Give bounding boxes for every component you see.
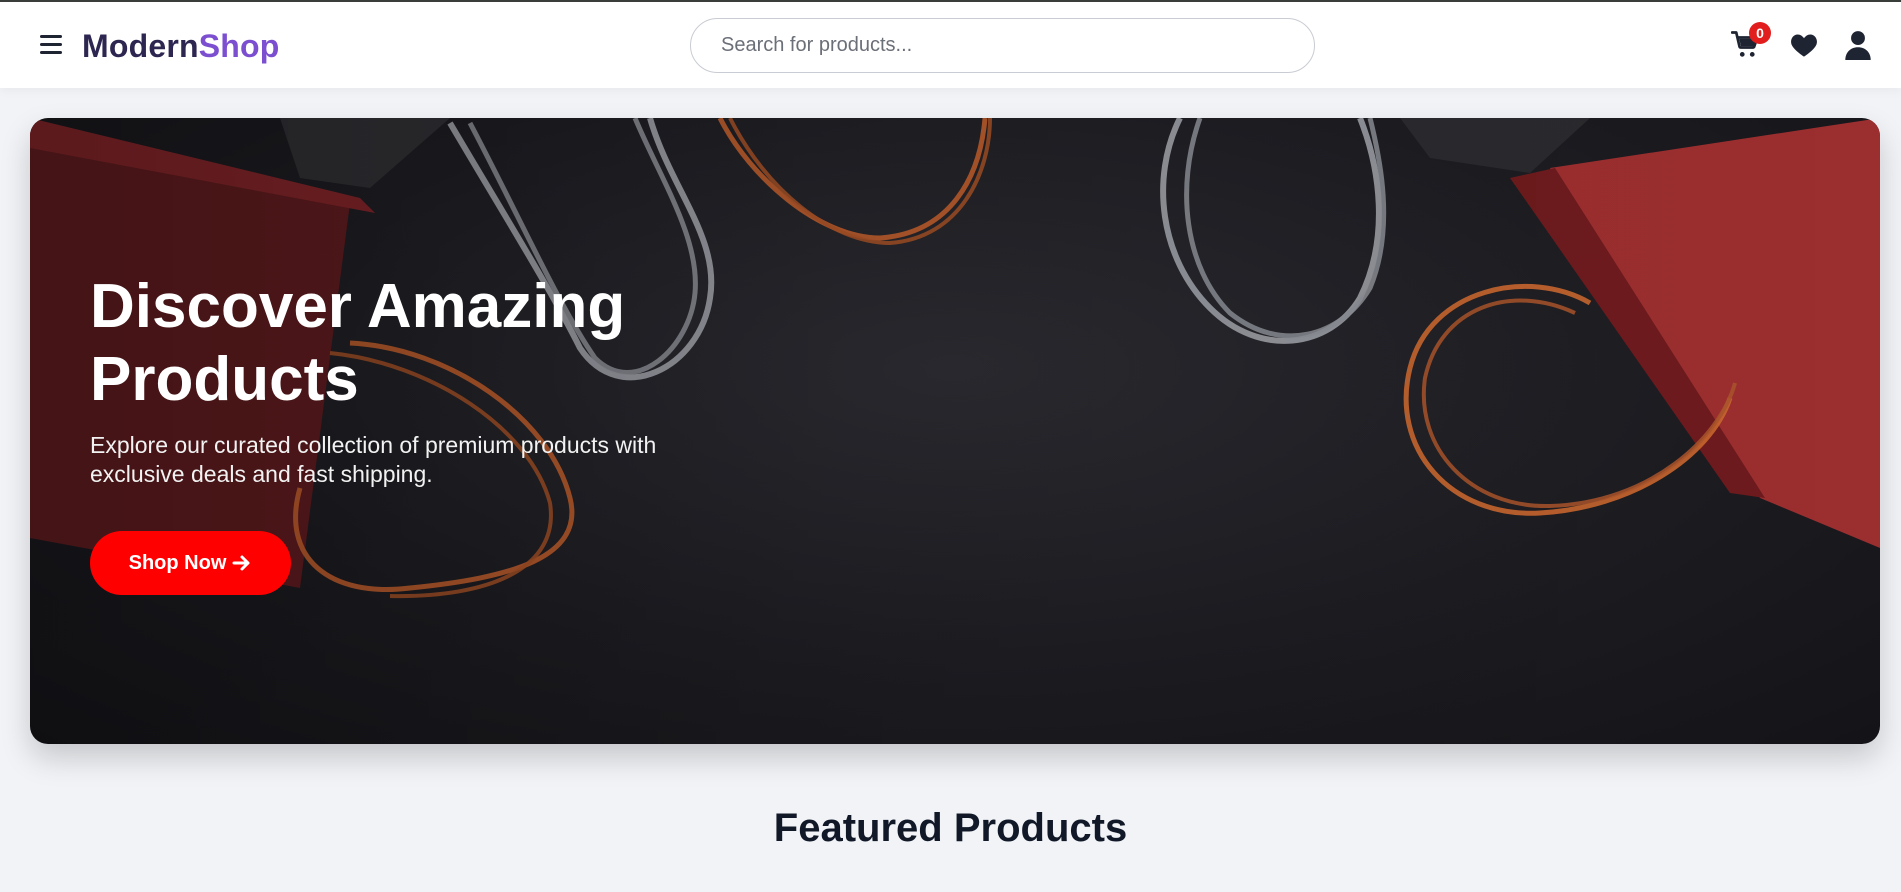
search-input[interactable] bbox=[690, 18, 1315, 73]
heart-icon[interactable] bbox=[1790, 32, 1820, 62]
arrow-right-icon bbox=[232, 555, 250, 571]
menu-icon[interactable] bbox=[38, 33, 64, 57]
user-icon[interactable] bbox=[1844, 30, 1874, 60]
logo-text-modern: Modern bbox=[82, 28, 199, 64]
hero-subtitle: Explore our curated collection of premiu… bbox=[90, 432, 657, 487]
shop-now-label: Shop Now bbox=[128, 551, 227, 574]
site-header: ModernShop 0 bbox=[0, 2, 1901, 88]
shop-now-button[interactable]: Shop Now bbox=[90, 531, 291, 595]
hero-banner: Discover Amazing Products Explore our cu… bbox=[30, 118, 1880, 744]
hero-title: Discover Amazing Products bbox=[90, 272, 626, 414]
logo-text-shop: Shop bbox=[198, 28, 280, 64]
featured-products-heading: Featured Products bbox=[773, 806, 1128, 850]
brand-logo[interactable]: ModernShop bbox=[82, 28, 280, 64]
cart-count-badge: 0 bbox=[1749, 22, 1771, 44]
